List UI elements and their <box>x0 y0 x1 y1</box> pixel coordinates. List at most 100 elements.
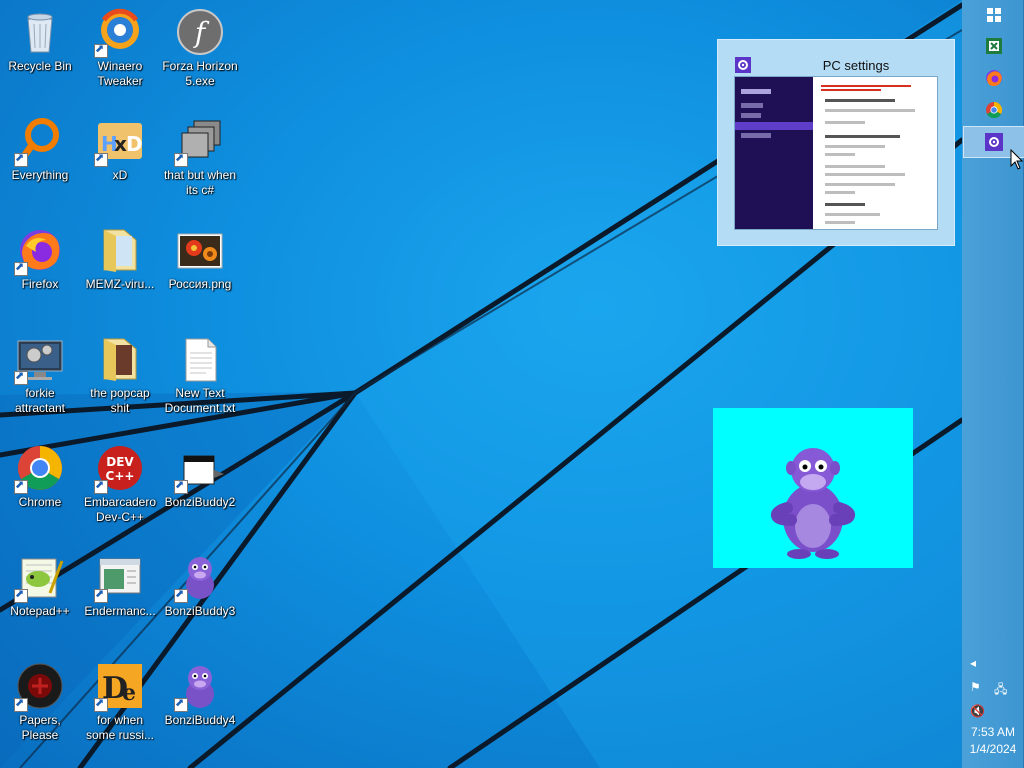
folder-icon <box>96 335 144 383</box>
shortcut-arrow-icon <box>14 478 28 494</box>
desktop-icon-bonzibuddy2[interactable]: BonziBuddy2 <box>160 442 240 548</box>
bonzibuddy-window[interactable] <box>713 408 913 568</box>
desktop-icon-label: forkie attractant <box>14 386 66 415</box>
shortcut-arrow-icon <box>174 478 188 494</box>
desktop-icon-russia-png[interactable]: Россия.png <box>160 224 240 330</box>
desktop-icon-label: xD <box>112 168 128 182</box>
desktop-icon-bonzibuddy3[interactable]: BonziBuddy3 <box>160 551 240 657</box>
desktop-icon-label: for when some russi... <box>85 713 154 742</box>
desktop-icon-endermanch[interactable]: Endermanc... <box>80 551 160 657</box>
shortcut-arrow-icon <box>174 151 188 167</box>
taskbar: ◂ ⚑ 🖧 🔇 <box>962 0 1024 768</box>
desktop-icon-label: New Text Document.txt <box>164 386 236 415</box>
notepadpp-icon <box>14 553 64 603</box>
gear-icon <box>735 57 751 73</box>
taskbar-clock[interactable]: 7:53 AM 1/4/2024 <box>962 724 1024 758</box>
chrome-icon <box>14 444 64 494</box>
firefox-icon <box>14 226 64 276</box>
desktop-icon-new-text-document[interactable]: New Text Document.txt <box>160 333 240 439</box>
firefox-button[interactable] <box>964 63 1024 93</box>
bonzi-icon <box>174 553 224 603</box>
folder-icon <box>96 226 144 274</box>
everything-search-icon <box>14 117 64 167</box>
desktop-icon-label: BonziBuddy2 <box>164 495 236 509</box>
excel-button[interactable] <box>964 31 1024 61</box>
desktop-icon-label: Endermanc... <box>84 604 156 618</box>
desktop-icon-firefox[interactable]: Firefox <box>0 224 80 330</box>
desktop-icon-label: that but when its c# <box>163 168 237 197</box>
desktop-icon-recycle-bin[interactable]: Recycle Bin <box>0 6 80 112</box>
network-icon[interactable]: 🖧 <box>994 680 1007 701</box>
bonzi-icon <box>174 662 224 712</box>
action-center-flag-icon[interactable]: ⚑ <box>970 680 981 694</box>
show-hidden-icons-icon[interactable]: ◂ <box>970 656 976 670</box>
shortcut-arrow-icon <box>94 478 108 494</box>
shortcut-arrow-icon <box>174 696 188 712</box>
papers-please-icon <box>14 662 64 712</box>
desktop-icon-chrome[interactable]: Chrome <box>0 442 80 548</box>
window-app-icon <box>94 553 144 603</box>
window-film-icon <box>174 444 224 494</box>
firefox-icon <box>986 70 1002 86</box>
desktop-icon-notepadpp[interactable]: Notepad++ <box>0 551 80 657</box>
start-button[interactable] <box>964 0 1024 30</box>
desktop[interactable]: Recycle Bin Everything Firefox forkie at… <box>0 0 962 768</box>
gear-icon <box>985 133 1003 151</box>
flash-icon: f <box>176 8 224 56</box>
preview-thumbnail <box>734 76 938 230</box>
desktop-icon-bonzibuddy4[interactable]: BonziBuddy4 <box>160 660 240 766</box>
hxd-icon: HxD <box>94 117 144 167</box>
excel-icon <box>986 38 1002 54</box>
desktop-icon-label: Everything <box>11 168 69 182</box>
shortcut-arrow-icon <box>14 696 28 712</box>
shortcut-arrow-icon <box>94 587 108 603</box>
shortcut-arrow-icon <box>14 151 28 167</box>
desktop-icon-label: Россия.png <box>168 277 232 291</box>
desktop-icon-everything[interactable]: Everything <box>0 115 80 221</box>
desktop-icon-label: BonziBuddy4 <box>164 713 236 727</box>
shortcut-arrow-icon <box>94 696 108 712</box>
windows-logo-icon <box>987 8 1001 22</box>
desktop-icon-for-when-some-russian[interactable]: De for when some russi... <box>80 660 160 766</box>
desktop-icon-label: Winaero Tweaker <box>97 59 143 88</box>
volume-muted-icon[interactable]: 🔇 <box>970 704 985 718</box>
flower-image-icon <box>176 226 224 274</box>
recycle-bin-icon <box>16 8 64 56</box>
desktop-icon-winaero-tweaker[interactable]: Winaero Tweaker <box>80 6 160 112</box>
desktop-icon-label: BonziBuddy3 <box>164 604 236 618</box>
text-file-icon <box>176 335 224 383</box>
desktop-icon-papers-please[interactable]: Papers, Please <box>0 660 80 766</box>
devcpp-icon: DEV C++ <box>94 444 144 494</box>
desktop-icon-label: Firefox <box>21 277 59 291</box>
svg-text:D: D <box>126 132 143 156</box>
clock-date: 1/4/2024 <box>969 742 1017 756</box>
desktop-icon-forkie-attractant[interactable]: forkie attractant <box>0 333 80 439</box>
desktop-icon-label: Chrome <box>18 495 62 509</box>
desktop-icon-forza[interactable]: f Forza Horizon 5.exe <box>160 6 240 112</box>
settings-monitor-icon <box>14 335 64 385</box>
preview-sidebar <box>735 77 813 229</box>
shortcut-arrow-icon <box>14 369 28 385</box>
desktop-icon-devcpp[interactable]: DEVC++ Embarcadero Dev-C++ <box>80 442 160 548</box>
svg-text:DEV: DEV <box>106 455 134 469</box>
mouse-pointer-icon <box>1010 149 1024 170</box>
desktop-icon-xd[interactable]: HxD xD <box>80 115 160 221</box>
shortcut-arrow-icon <box>14 260 28 276</box>
desktop-icon-label: the popcap shit <box>90 386 150 415</box>
desktop-icon-label: Embarcadero Dev-C++ <box>83 495 157 524</box>
shortcut-arrow-icon <box>94 42 108 58</box>
desktop-icon-memz-virus[interactable]: MEMZ-viru... <box>80 224 160 330</box>
preview-title: PC settings <box>822 58 890 73</box>
chrome-button[interactable] <box>964 95 1024 125</box>
bonzi-character-icon <box>771 448 855 559</box>
desktop-icon-label: Papers, Please <box>19 713 61 742</box>
desktop-icon-popcap[interactable]: the popcap shit <box>80 333 160 439</box>
shortcut-arrow-icon <box>94 151 108 167</box>
clock-time: 7:53 AM <box>970 725 1016 739</box>
taskbar-thumbnail-preview[interactable]: PC settings <box>717 39 955 246</box>
shortcut-arrow-icon <box>14 587 28 603</box>
svg-text:C++: C++ <box>106 469 135 483</box>
chrome-icon <box>986 101 1003 119</box>
desktop-icon-that-but-when-its-csharp[interactable]: that but when its c# <box>160 115 240 221</box>
desktop-icon-label: Forza Horizon 5.exe <box>162 59 238 88</box>
